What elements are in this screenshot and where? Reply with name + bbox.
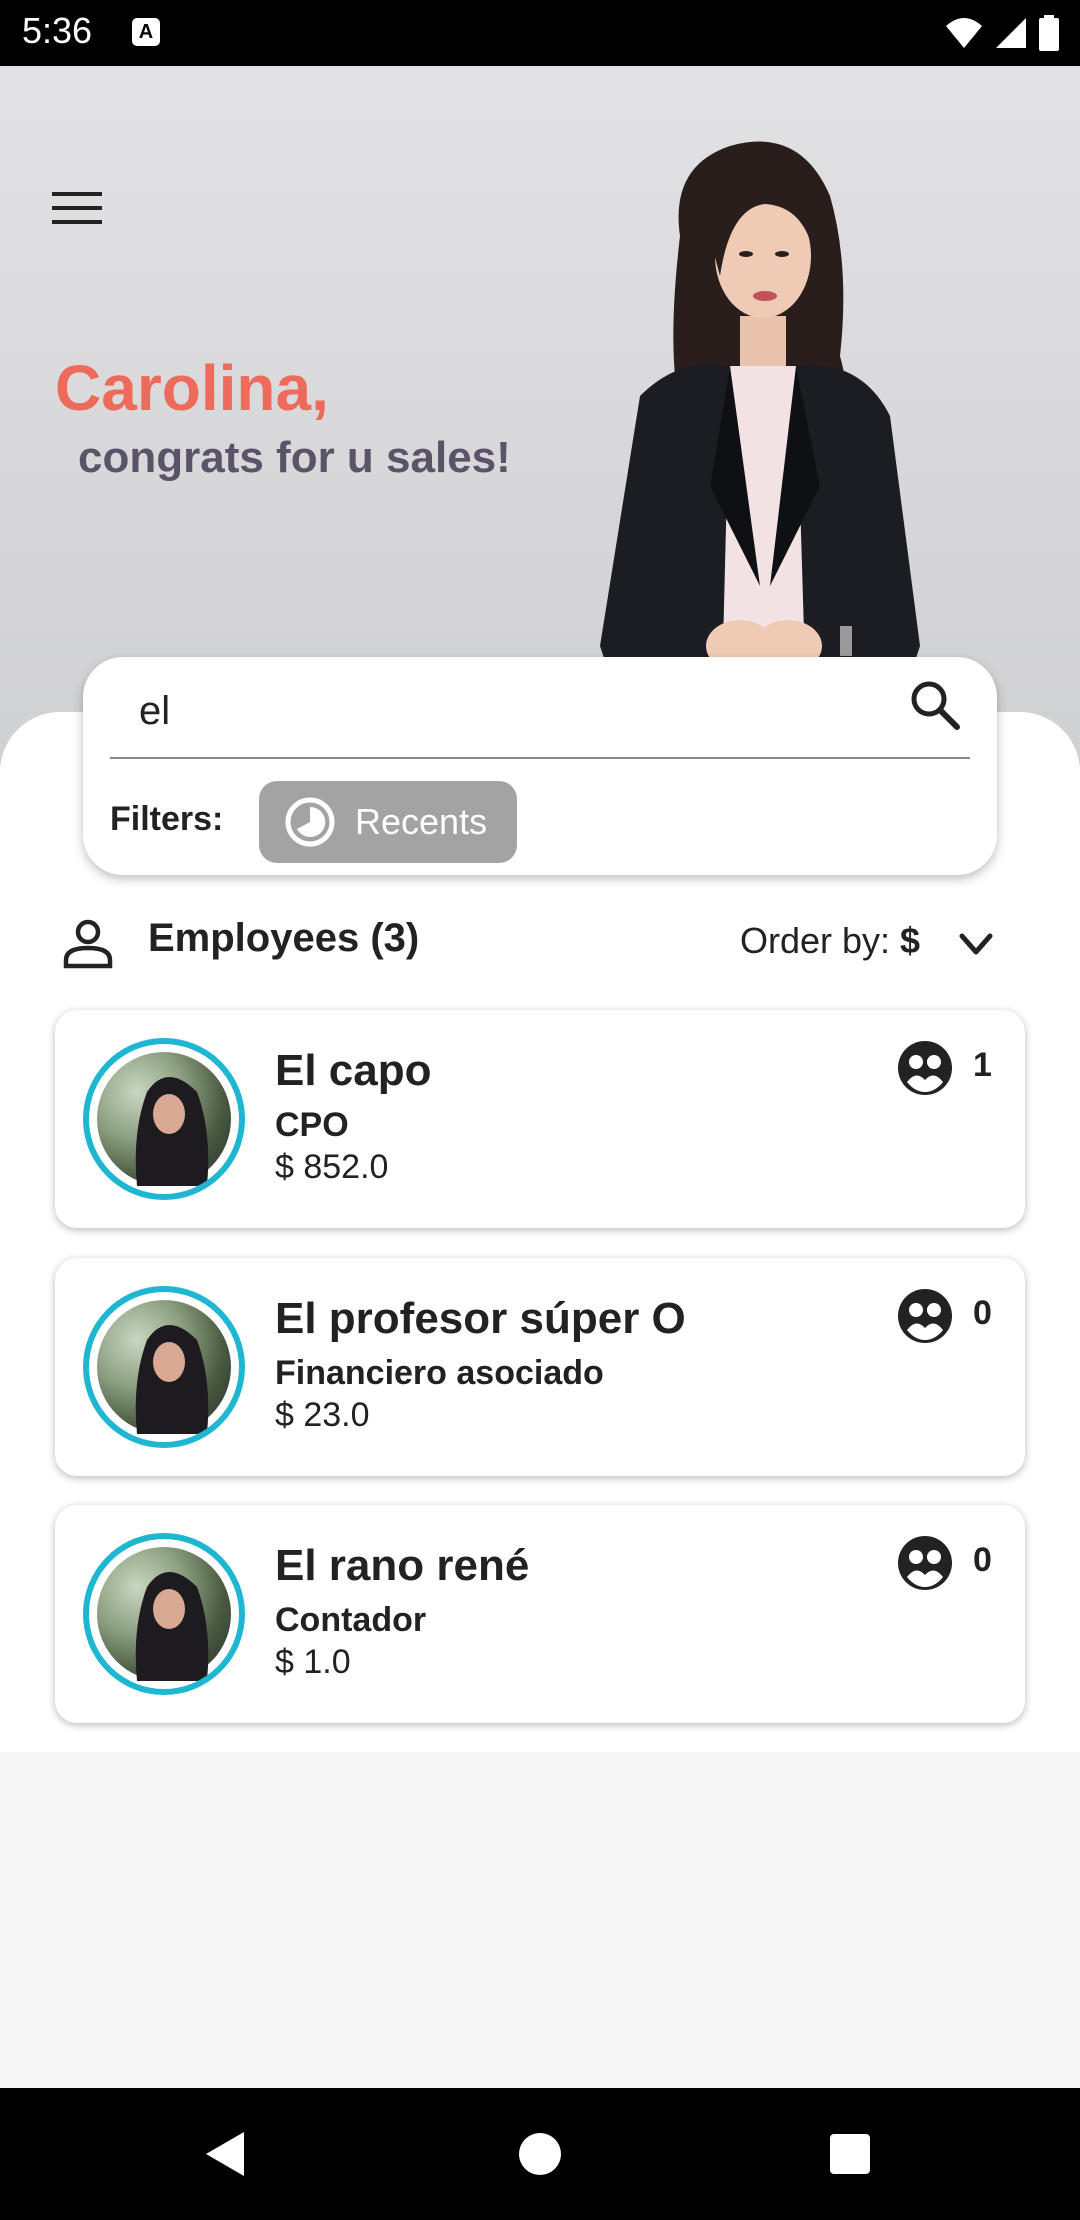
system-nav-bar — [0, 2088, 1080, 2220]
person-icon — [63, 919, 113, 969]
employee-role: Contador — [275, 1601, 427, 1639]
search-input[interactable] — [137, 675, 841, 747]
employee-name: El profesor súper O — [275, 1294, 686, 1343]
search-icon[interactable] — [907, 677, 963, 733]
employee-card[interactable]: El profesor súper O Financiero asociado … — [55, 1258, 1025, 1476]
greeting-message: congrats for u sales! — [78, 433, 511, 482]
team-icon — [898, 1289, 952, 1343]
greeting-name: Carolina, — [55, 352, 329, 424]
employee-amount: $ 852.0 — [275, 1148, 389, 1186]
status-icons — [944, 14, 1060, 52]
order-by-value: $ — [900, 920, 921, 961]
battery-icon — [1039, 15, 1059, 51]
filter-chip-label: Recents — [355, 801, 488, 842]
wifi-icon — [946, 18, 982, 48]
avatar — [83, 1533, 245, 1695]
employee-role: Financiero asociado — [275, 1354, 604, 1392]
employee-amount: $ 1.0 — [275, 1643, 351, 1681]
employee-name: El rano rené — [275, 1541, 530, 1590]
employee-card[interactable]: El rano rené Contador $ 1.0 0 — [55, 1505, 1025, 1723]
recents-icon[interactable] — [820, 2124, 880, 2184]
avatar — [83, 1038, 245, 1200]
signal-icon — [996, 18, 1026, 48]
order-by-label: Order by: — [740, 920, 891, 961]
team-icon — [898, 1041, 952, 1095]
history-icon — [285, 797, 335, 847]
team-count: 0 — [973, 1294, 992, 1332]
employees-header: Employees (3) Order by: $ — [0, 900, 1080, 980]
menu-icon[interactable] — [50, 188, 104, 228]
order-by-selector[interactable]: Order by: $ — [740, 920, 920, 962]
team-icon — [898, 1536, 952, 1590]
notification-icon: A — [132, 18, 160, 46]
status-time: 5:36 — [22, 10, 93, 51]
employee-card[interactable]: El capo CPO $ 852.0 1 — [55, 1010, 1025, 1228]
filters-label: Filters: — [110, 800, 224, 838]
search-card: Filters: Recents — [83, 657, 997, 875]
chevron-down-icon[interactable] — [956, 926, 996, 962]
search-divider — [110, 757, 970, 759]
status-bar: 5:36 A — [0, 0, 1080, 66]
employee-amount: $ 23.0 — [275, 1396, 370, 1434]
team-count: 0 — [973, 1541, 992, 1579]
team-count: 1 — [973, 1046, 992, 1084]
back-icon[interactable] — [196, 2124, 256, 2184]
home-icon[interactable] — [510, 2124, 570, 2184]
employee-role: CPO — [275, 1106, 349, 1144]
employee-name: El capo — [275, 1046, 432, 1095]
avatar — [83, 1286, 245, 1448]
filter-chip-recents[interactable]: Recents — [259, 781, 517, 863]
employees-title: Employees (3) — [148, 916, 420, 960]
